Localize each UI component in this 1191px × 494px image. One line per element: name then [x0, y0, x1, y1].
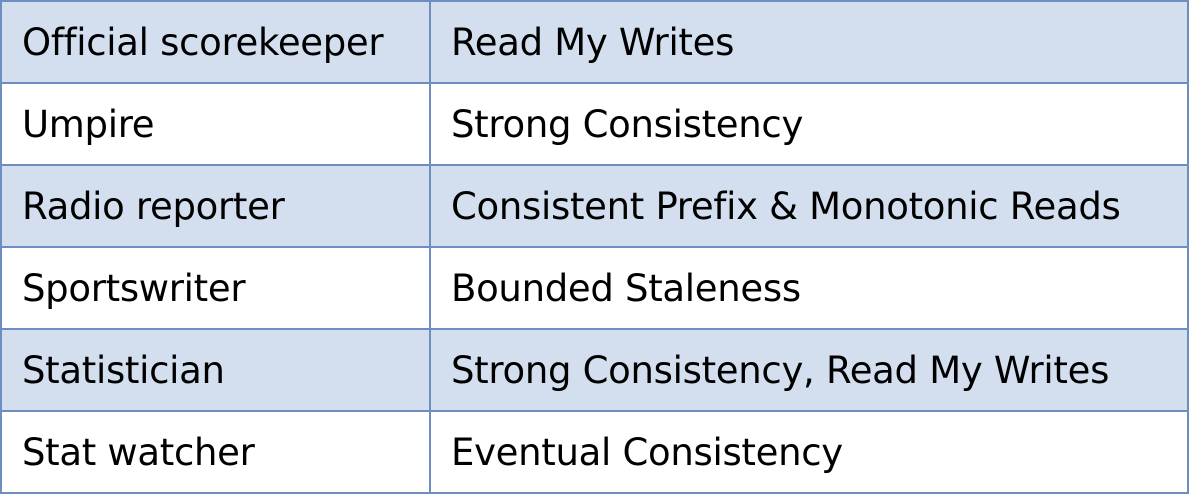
role-cell: Stat watcher — [0, 410, 431, 494]
table-row: Official scorekeeper Read My Writes — [0, 0, 1189, 84]
table-row: Umpire Strong Consistency — [0, 82, 1189, 166]
role-consistency-table: Official scorekeeper Read My Writes Umpi… — [0, 0, 1189, 494]
consistency-cell: Eventual Consistency — [429, 410, 1189, 494]
table-row: Sportswriter Bounded Staleness — [0, 246, 1189, 330]
consistency-cell: Strong Consistency, Read My Writes — [429, 328, 1189, 412]
consistency-cell: Read My Writes — [429, 0, 1189, 84]
consistency-cell: Strong Consistency — [429, 82, 1189, 166]
consistency-cell: Bounded Staleness — [429, 246, 1189, 330]
role-cell: Statistician — [0, 328, 431, 412]
role-cell: Umpire — [0, 82, 431, 166]
role-cell: Radio reporter — [0, 164, 431, 248]
role-cell: Official scorekeeper — [0, 0, 431, 84]
table-row: Stat watcher Eventual Consistency — [0, 410, 1189, 494]
table-row: Statistician Strong Consistency, Read My… — [0, 328, 1189, 412]
consistency-cell: Consistent Prefix & Monotonic Reads — [429, 164, 1189, 248]
role-cell: Sportswriter — [0, 246, 431, 330]
table-row: Radio reporter Consistent Prefix & Monot… — [0, 164, 1189, 248]
